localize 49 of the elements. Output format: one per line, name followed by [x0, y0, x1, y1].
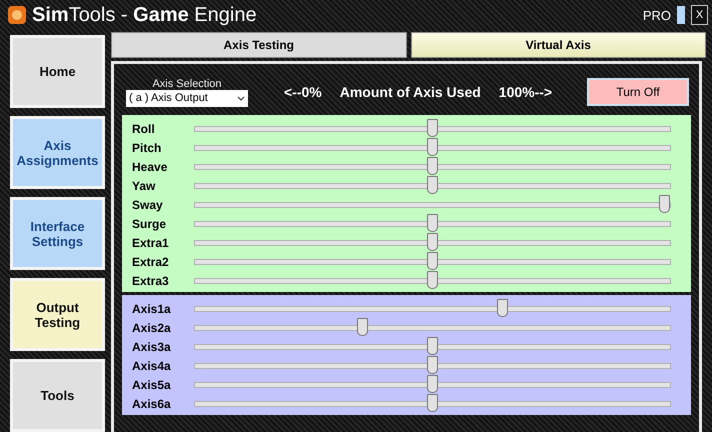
- axis-label: Yaw: [132, 178, 156, 192]
- slider-thumb[interactable]: [427, 394, 438, 412]
- sidebar-button[interactable]: Axis Assignments: [10, 116, 105, 189]
- slider-thumb[interactable]: [427, 270, 438, 288]
- tab[interactable]: Virtual Axis: [410, 32, 706, 58]
- slider-thumb[interactable]: [659, 194, 670, 212]
- axis-selection-dropdown[interactable]: ( a ) Axis Output: [126, 90, 248, 106]
- slider-thumb[interactable]: [427, 118, 438, 136]
- close-button[interactable]: X: [691, 5, 708, 25]
- sidebar-button[interactable]: Interface Settings: [10, 197, 105, 270]
- axis-selection-label: Axis Selection: [152, 78, 222, 90]
- axis-label: Pitch: [132, 140, 162, 154]
- slider-thumb[interactable]: [357, 318, 368, 336]
- slider-thumb[interactable]: [427, 176, 438, 194]
- sidebar-button[interactable]: Home: [10, 35, 105, 108]
- window-title: SimTools - Game Engine: [32, 4, 258, 26]
- slider-thumb[interactable]: [427, 232, 438, 250]
- edition-label: PRO: [642, 8, 671, 22]
- axis-label: Axis4a: [132, 358, 172, 372]
- axis-label: Sway: [132, 198, 164, 212]
- app-logo-icon: [8, 6, 26, 24]
- axis-label: Roll: [132, 122, 156, 136]
- axis-label: Axis5a: [132, 378, 172, 392]
- axis-label: Extra3: [132, 274, 170, 288]
- scale-max-label: 100%-->: [498, 84, 552, 100]
- axis-label: Axis1a: [132, 302, 172, 316]
- axis-label: Extra1: [132, 236, 170, 250]
- scale-title: Amount of Axis Used: [340, 84, 481, 100]
- axis-label: Axis3a: [132, 340, 172, 354]
- slider-thumb[interactable]: [427, 138, 438, 156]
- axis-label: Heave: [132, 160, 168, 174]
- chevron-icon: [237, 96, 245, 100]
- slider-thumb[interactable]: [427, 336, 438, 354]
- slider-thumb[interactable]: [496, 298, 508, 316]
- slider-thumb[interactable]: [427, 214, 438, 232]
- slider-thumb[interactable]: [427, 252, 438, 270]
- pro-toggle[interactable]: [677, 6, 685, 24]
- axis-label: Axis6a: [132, 396, 172, 410]
- slider-thumb[interactable]: [427, 356, 438, 374]
- sidebar-button[interactable]: Output Testing: [10, 278, 105, 351]
- turn-off-button[interactable]: Turn Off: [587, 78, 689, 106]
- slider-thumb[interactable]: [427, 156, 438, 174]
- axis-label: Surge: [132, 216, 168, 230]
- sidebar-button[interactable]: Tools: [10, 359, 105, 432]
- scale-min-label: <--0%: [284, 84, 322, 100]
- axis-label: Axis2a: [132, 320, 172, 334]
- tab[interactable]: Axis Testing: [111, 32, 406, 58]
- slider-thumb[interactable]: [427, 374, 438, 392]
- axis-label: Extra2: [132, 254, 170, 268]
